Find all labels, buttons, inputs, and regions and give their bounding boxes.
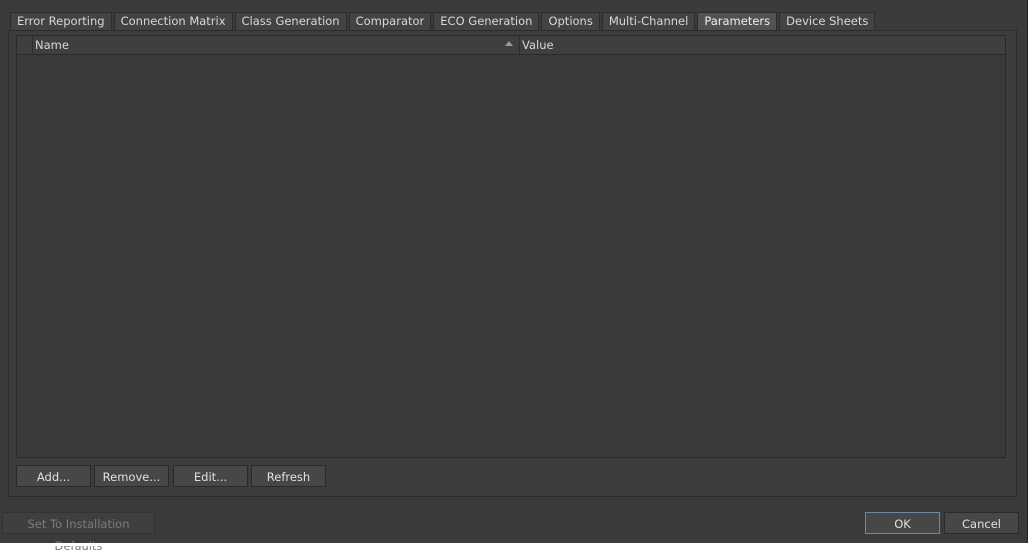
- cancel-button[interactable]: Cancel: [944, 512, 1019, 534]
- set-installation-defaults-button[interactable]: Set To Installation Defaults: [2, 512, 155, 553]
- background-window-edge: [1028, 0, 1032, 546]
- tab-error-reporting[interactable]: Error Reporting: [10, 12, 112, 30]
- tab-options[interactable]: Options: [541, 12, 600, 30]
- tab-parameters[interactable]: Parameters: [697, 12, 778, 30]
- sort-ascending-icon: [505, 41, 513, 46]
- tab-comparator[interactable]: Comparator: [348, 12, 432, 30]
- tab-multi-channel[interactable]: Multi-Channel: [601, 12, 696, 30]
- column-header-name[interactable]: Name: [33, 36, 520, 54]
- parameters-grid[interactable]: Name Value: [16, 35, 1006, 458]
- column-header-value-label: Value: [522, 38, 554, 52]
- tab-device-sheets[interactable]: Device Sheets: [779, 12, 876, 30]
- row-indicator-column: [17, 36, 33, 54]
- tab-eco-generation[interactable]: ECO Generation: [433, 12, 540, 30]
- tab-class-generation[interactable]: Class Generation: [234, 12, 347, 30]
- grid-header: Name Value: [17, 36, 1005, 55]
- tab-connection-matrix[interactable]: Connection Matrix: [113, 12, 233, 30]
- add-button[interactable]: Add...: [16, 465, 91, 487]
- edit-button[interactable]: Edit...: [173, 465, 248, 487]
- ok-button[interactable]: OK: [865, 512, 940, 534]
- tab-strip: Error Reporting Connection Matrix Class …: [10, 12, 877, 30]
- grid-body[interactable]: [17, 55, 1005, 457]
- column-header-name-label: Name: [35, 38, 69, 52]
- project-options-dialog: Error Reporting Connection Matrix Class …: [0, 0, 1028, 553]
- column-header-value[interactable]: Value: [520, 36, 992, 54]
- refresh-button[interactable]: Refresh: [251, 465, 326, 487]
- remove-button[interactable]: Remove...: [94, 465, 169, 487]
